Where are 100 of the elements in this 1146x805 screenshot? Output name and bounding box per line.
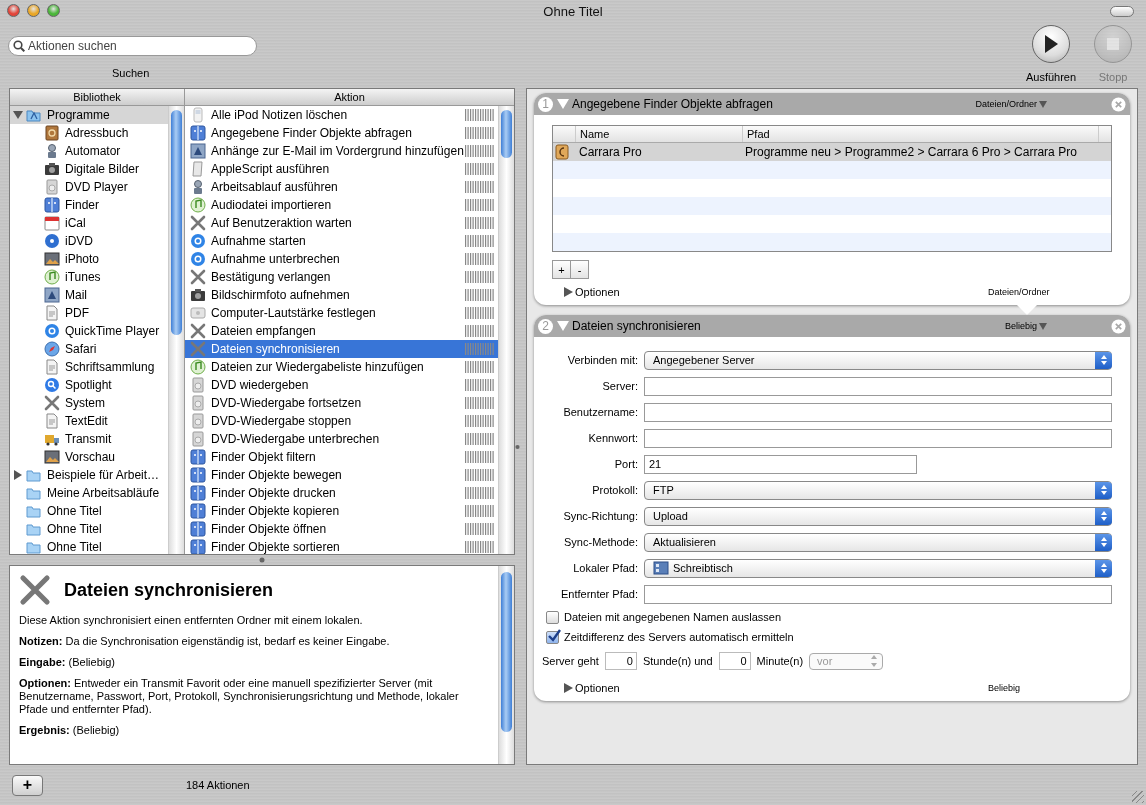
action-item[interactable]: DVD-Wiedergabe stoppen (185, 412, 498, 430)
library-item[interactable]: Vorschau (10, 448, 168, 466)
library-item[interactable]: iPhoto (10, 250, 168, 268)
table-row[interactable]: Carrara Pro Programme neu > Programme2 > Carrara 6 Pro > Carrara Pro (553, 143, 1111, 161)
library-item[interactable]: Ohne Titel (10, 502, 168, 520)
library-item[interactable]: Digitale Bilder (10, 160, 168, 178)
scrollbar[interactable] (498, 566, 514, 764)
action-item[interactable]: Aufnahme unterbrechen (185, 250, 498, 268)
options-toggle[interactable]: Optionen (564, 682, 620, 694)
popup-menu[interactable]: Angegebener Server (644, 350, 1112, 370)
button-label: Ausführen (1025, 71, 1077, 83)
remove-button[interactable]: - (570, 260, 589, 279)
field-label: Port: (613, 458, 638, 470)
minutes-field[interactable]: 0 (718, 652, 751, 670)
action-item[interactable]: Dateien zur Wiedergabeliste hinzufügen (185, 358, 498, 376)
library-item[interactable]: Beispiele für Arbeit… (10, 466, 168, 484)
scroll-thumb[interactable] (171, 110, 182, 335)
library-item[interactable]: iCal (10, 214, 168, 232)
options-toggle[interactable]: Optionen (564, 286, 620, 298)
action-item[interactable]: Bestätigung verlangen (185, 268, 498, 286)
library-item[interactable]: iDVD (10, 232, 168, 250)
library-item[interactable]: Adressbuch (10, 124, 168, 142)
library-item[interactable]: Finder (10, 196, 168, 214)
action-item[interactable]: Computer-Lautstärke festlegen (185, 304, 498, 322)
text-field[interactable]: 21 (644, 454, 917, 474)
library-item[interactable]: System (10, 394, 168, 412)
action-item[interactable]: Finder Objekte drucken (185, 484, 498, 502)
library-item[interactable]: Safari (10, 340, 168, 358)
library-item[interactable]: Ohne Titel (10, 520, 168, 538)
text-field[interactable] (644, 584, 1112, 604)
close-icon[interactable] (1111, 96, 1126, 112)
library-item[interactable]: Spotlight (10, 376, 168, 394)
music-icon (190, 359, 206, 375)
action-item[interactable]: Arbeitsablauf ausführen (185, 178, 498, 196)
disclosure-triangle-icon[interactable] (13, 110, 23, 120)
popup-menu[interactable]: Aktualisieren (644, 532, 1112, 552)
disclosure-triangle-icon[interactable] (13, 470, 23, 480)
text-field[interactable] (644, 428, 1112, 448)
action-item[interactable]: Dateien empfangen (185, 322, 498, 340)
checkbox[interactable] (546, 610, 559, 624)
splitter-handle-icon[interactable] (259, 557, 265, 563)
zoom-button[interactable] (47, 4, 60, 17)
action-item[interactable]: Dateien synchronisieren (185, 340, 498, 358)
popup-menu[interactable]: FTP (644, 480, 1112, 500)
action-item[interactable]: DVD wiedergeben (185, 376, 498, 394)
scroll-thumb[interactable] (501, 572, 512, 732)
hours-field[interactable]: 0 (604, 652, 637, 670)
quicktime-icon (44, 323, 60, 339)
close-icon[interactable] (1111, 318, 1126, 334)
action-item[interactable]: Finder Objekte sortieren (185, 538, 498, 554)
action-item[interactable]: Angegebene Finder Objekte abfragen (185, 124, 498, 142)
library-item[interactable]: iTunes (10, 268, 168, 286)
library-item[interactable]: Ohne Titel (10, 538, 168, 554)
close-button[interactable] (7, 4, 20, 17)
action-item[interactable]: DVD-Wiedergabe fortsetzen (185, 394, 498, 412)
column-header[interactable]: Name (576, 126, 743, 142)
drag-handle-icon (465, 415, 495, 427)
library-item[interactable]: QuickTime Player (10, 322, 168, 340)
library-item[interactable]: Transmit (10, 430, 168, 448)
action-item[interactable]: Finder Objekte öffnen (185, 520, 498, 538)
library-item[interactable]: PDF (10, 304, 168, 322)
action-item[interactable]: Anhänge zur E-Mail im Vordergrund hinzufügen (185, 142, 498, 160)
action-item[interactable]: Bildschirmfoto aufnehmen (185, 286, 498, 304)
table-cell-text: Carrara Pro (578, 145, 643, 159)
scrollbar[interactable] (498, 106, 514, 554)
splitter-handle-icon[interactable] (515, 443, 520, 450)
toolbar-toggle-button[interactable] (1110, 6, 1134, 17)
action-item[interactable]: Alle iPod Notizen löschen (185, 106, 498, 124)
action-item[interactable]: Aufnahme starten (185, 232, 498, 250)
library-item[interactable]: Schriftsammlung (10, 358, 168, 376)
input-type-menu[interactable]: Dateien/Ordner (975, 99, 1047, 109)
library-item[interactable]: Meine Arbeitsabläufe (10, 484, 168, 502)
minimize-button[interactable] (27, 4, 40, 17)
library-item[interactable]: Mail (10, 286, 168, 304)
action-item[interactable]: Auf Benutzeraktion warten (185, 214, 498, 232)
action-item[interactable]: Audiodatei importieren (185, 196, 498, 214)
resize-grip[interactable] (1132, 791, 1144, 803)
popup-menu[interactable]: Upload (644, 506, 1112, 526)
input-type-menu[interactable]: Beliebig (1004, 321, 1047, 331)
text-field[interactable] (644, 402, 1112, 422)
library-item[interactable]: Automator (10, 142, 168, 160)
popup-menu[interactable]: Schreibtisch (644, 558, 1112, 578)
library-item[interactable]: DVD Player (10, 178, 168, 196)
search-field[interactable]: Aktionen suchen (8, 36, 257, 56)
action-item[interactable]: Finder Objekt filtern (185, 448, 498, 466)
action-item[interactable]: Finder Objekte kopieren (185, 502, 498, 520)
tools-icon (44, 395, 60, 411)
finder-icon (190, 503, 206, 519)
add-button[interactable]: + (12, 774, 43, 796)
action-item[interactable]: Finder Objekte bewegen (185, 466, 498, 484)
action-item[interactable]: DVD-Wiedergabe unterbrechen (185, 430, 498, 448)
text-field[interactable] (644, 376, 1112, 396)
action-item[interactable]: AppleScript ausführen (185, 160, 498, 178)
library-item[interactable]: TextEdit (10, 412, 168, 430)
scrollbar[interactable] (168, 106, 184, 554)
column-header[interactable]: Pfad (743, 126, 1099, 142)
scroll-thumb[interactable] (501, 110, 512, 158)
checkbox[interactable] (546, 630, 559, 644)
run-button[interactable] (1032, 25, 1070, 63)
library-item[interactable]: Programme (10, 106, 168, 124)
